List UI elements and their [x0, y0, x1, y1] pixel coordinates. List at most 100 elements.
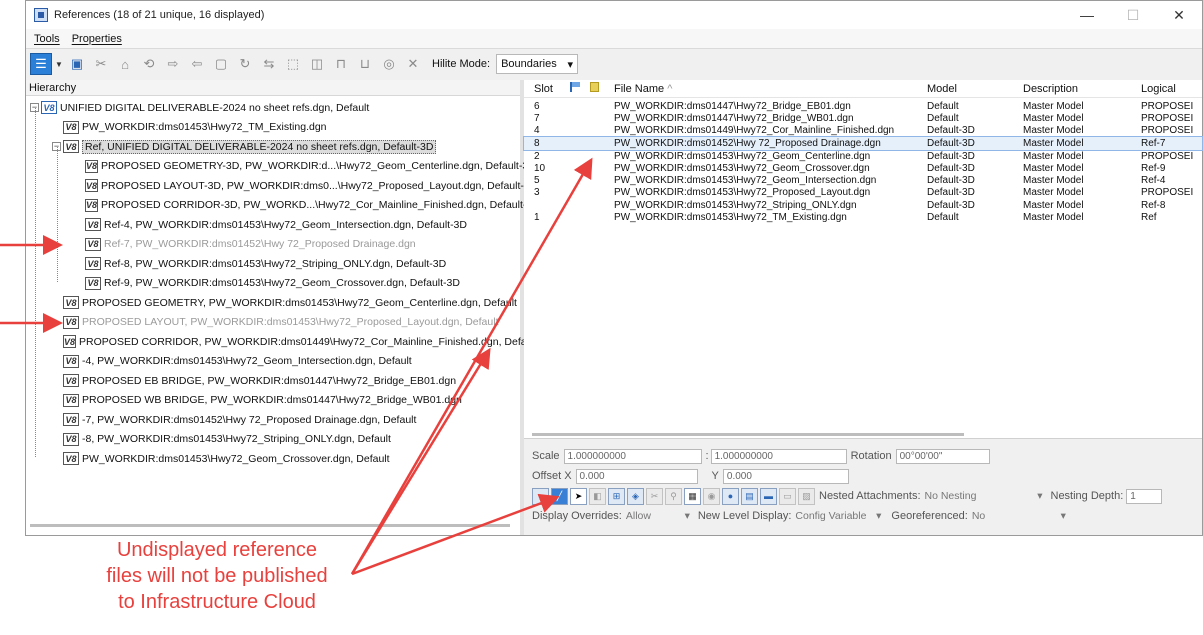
hilite-mode-value: Boundaries — [501, 58, 557, 70]
detach-reference-icon[interactable]: ✂ — [90, 53, 112, 75]
mirror-horizontal-icon[interactable]: ⇆ — [258, 53, 280, 75]
clip-front-icon[interactable]: ⊓ — [330, 53, 352, 75]
tree-item[interactable]: − V8 Ref, UNIFIED DIGITAL DELIVERABLE-2024… — [26, 137, 520, 157]
scale-reference-field[interactable]: 1.000000000 — [710, 448, 847, 464]
clip-delete-icon[interactable]: ◎ — [378, 53, 400, 75]
table-row[interactable]: 1 PW_WORKDIR:dms01453\Hwy72_TM_Existing.d… — [524, 211, 1202, 223]
list-horizontal-scrollbar[interactable] — [532, 433, 964, 436]
georeferenced-dropdown[interactable]: No ▾ — [972, 510, 1066, 522]
menu-tools[interactable]: Tools — [34, 33, 60, 45]
tree-item[interactable]: V8 PROPOSED EB BRIDGE, PW_WORKDIR:dms0144… — [26, 371, 520, 391]
table-row[interactable]: PW_WORKDIR:dms01453\Hwy72_Striping_ONLY.… — [524, 199, 1202, 211]
offset-x-field[interactable]: 0.000 — [575, 468, 698, 484]
tree-item[interactable]: V8 PW_WORKDIR:dms01453\Hwy72_TM_Existing.… — [26, 118, 520, 138]
minimize-button[interactable]: — — [1064, 1, 1110, 29]
tree-item[interactable]: V8 Ref-8, PW_WORKDIR:dms01453\Hwy72_Strip… — [26, 254, 520, 274]
column-slot[interactable]: Slot — [524, 83, 570, 95]
treat-as-element-icon[interactable]: ⚲ — [665, 487, 682, 505]
column-logical[interactable]: Logical — [1141, 83, 1201, 95]
table-row[interactable]: 4 PW_WORKDIR:dms01449\Hwy72_Cor_Mainline_… — [524, 125, 1202, 137]
move-icon[interactable]: ⇨ — [162, 53, 184, 75]
tree-item[interactable]: V8 PROPOSED CORRIDOR, PW_WORKDIR:dms01449… — [26, 332, 538, 352]
menu-properties[interactable]: Properties — [72, 33, 122, 45]
display-overrides-dropdown[interactable]: Allow ▾ — [626, 510, 690, 522]
tree-item[interactable]: V8 Ref-7, PW_WORKDIR:dms01452\Hwy 72_Prop… — [26, 235, 520, 255]
tree-item[interactable]: V8 PROPOSED GEOMETRY-3D, PW_WORKDIR:d...\… — [26, 157, 536, 177]
table-row[interactable]: 3 PW_WORKDIR:dms01453\Hwy72_Proposed_Layo… — [524, 187, 1202, 199]
cell-file-name: PW_WORKDIR:dms01453\Hwy72_TM_Existing.dg… — [614, 212, 847, 224]
scale-icon[interactable]: ▢ — [210, 53, 232, 75]
tree-item[interactable]: V8 PROPOSED GEOMETRY, PW_WORKDIR:dms01453… — [26, 293, 520, 313]
georeference-icon[interactable]: ◈ — [627, 487, 644, 505]
window-controls: — ☐ ✕ — [1064, 1, 1202, 29]
tree-item[interactable]: V8 Ref-9, PW_WORKDIR:dms01453\Hwy72_Geom_… — [26, 274, 520, 294]
tree-item[interactable]: V8 PROPOSED WB BRIDGE, PW_WORKDIR:dms0144… — [26, 391, 520, 411]
table-row[interactable]: 8 PW_WORKDIR:dms01452\Hwy 72_Proposed Dra… — [523, 135, 1203, 151]
clip-boundary-icon[interactable]: ⬚ — [282, 53, 304, 75]
link-icon[interactable]: ▭ — [779, 487, 796, 505]
table-row[interactable]: 7 PW_WORKDIR:dms01447\Hwy72_Bridge_WB01.d… — [524, 112, 1202, 124]
cell-model: Default-3D — [927, 137, 975, 149]
table-row[interactable]: 2 PW_WORKDIR:dms01453\Hwy72_Geom_Centerli… — [524, 150, 1202, 162]
tree-item[interactable]: V8 -7, PW_WORKDIR:dms01452\Hwy 72_Propose… — [26, 410, 520, 430]
tree-item[interactable]: V8 -4, PW_WORKDIR:dms01453\Hwy72_Geom_Int… — [26, 352, 520, 372]
tree-item[interactable]: V8 PW_WORKDIR:dms01453\Hwy72_Geom_Crossov… — [26, 449, 520, 469]
copy-icon[interactable]: ⇦ — [186, 53, 208, 75]
exchange-icon[interactable]: ✕ — [402, 53, 424, 75]
tree-item-label: PROPOSED GEOMETRY-3D, PW_WORKDIR:d...\Hw… — [101, 160, 536, 173]
offset-y-field[interactable]: 0.000 — [722, 468, 849, 484]
column-model[interactable]: Model — [927, 83, 1023, 95]
rotate-icon[interactable]: ↻ — [234, 53, 256, 75]
nesting-depth-field[interactable]: 1 — [1126, 488, 1163, 504]
scale-line-styles-icon[interactable]: ⊞ — [608, 487, 625, 505]
display-toggle-icon[interactable]: ▪ — [532, 487, 549, 505]
reload-icon[interactable]: ⟲ — [138, 53, 160, 75]
tree-item[interactable]: V8 -8, PW_WORKDIR:dms01453\Hwy72_Striping… — [26, 430, 520, 450]
clip-mask-icon[interactable]: ◫ — [306, 53, 328, 75]
level-display-icon[interactable]: ▦ — [684, 487, 701, 505]
tree-connector — [35, 108, 36, 457]
tree-item[interactable]: V8 PROPOSED LAYOUT, PW_WORKDIR:dms01453\H… — [26, 313, 520, 333]
hilite-mode-dropdown[interactable]: Boundaries ▾ — [496, 54, 579, 74]
column-description[interactable]: Description — [1023, 83, 1141, 95]
locate-toggle-icon[interactable]: ➤ — [570, 487, 587, 505]
close-button[interactable]: ✕ — [1156, 1, 1202, 29]
cell-model: Default-3D — [927, 162, 975, 174]
settings-panel: Scale 1.000000000 : 1.000000000 Rotation… — [524, 438, 1202, 535]
scale-master-field[interactable]: 1.000000000 — [563, 448, 702, 464]
layers-icon[interactable]: ▤ — [741, 487, 758, 505]
nested-attachments-dropdown[interactable]: No Nesting ▾ — [925, 490, 1043, 502]
new-level-display-dropdown[interactable]: Config Variable ▾ — [795, 510, 881, 522]
horizontal-scrollbar[interactable] — [30, 524, 510, 527]
tree-item[interactable]: V8 Ref-4, PW_WORKDIR:dms01453\Hwy72_Geom_… — [26, 215, 520, 235]
hierarchy-toggle-icon[interactable]: ☰ — [30, 53, 52, 75]
raster-icon[interactable]: ◉ — [703, 487, 720, 505]
attach-reference-icon[interactable]: ▣ — [66, 53, 88, 75]
chevron-down-icon[interactable]: ▼ — [54, 53, 64, 75]
ignore-attachment-icon[interactable]: ✂ — [646, 487, 663, 505]
lock-icon[interactable]: ⌂ — [114, 53, 136, 75]
maximize-button[interactable]: ☐ — [1110, 1, 1156, 29]
table-row[interactable]: 5 PW_WORKDIR:dms01453\Hwy72_Geom_Intersec… — [524, 174, 1202, 186]
tree-item[interactable]: V8 PROPOSED CORRIDOR-3D, PW_WORKD...\Hwy7… — [26, 196, 540, 216]
table-row[interactable]: 6 PW_WORKDIR:dms01447\Hwy72_Bridge_EB01.d… — [524, 100, 1202, 112]
cell-logical: Ref-4 — [1141, 175, 1166, 187]
lights-icon[interactable]: ● — [722, 487, 739, 505]
true-scale-icon[interactable]: ◧ — [589, 487, 606, 505]
column-flag[interactable] — [570, 82, 590, 95]
table-row[interactable]: 10 PW_WORKDIR:dms01453\Hwy72_Geom_Crossov… — [524, 162, 1202, 174]
rotation-field[interactable]: 00°00'00" — [895, 448, 990, 464]
scale-separator: : — [705, 450, 709, 462]
annotation-note: Undisplayed reference files will not be … — [72, 537, 362, 615]
clip-back-icon[interactable]: ⊔ — [354, 53, 376, 75]
color-adjust-icon[interactable]: ▬ — [760, 487, 777, 505]
snap-toggle-icon[interactable]: ╱ — [551, 487, 568, 505]
column-presentation[interactable] — [590, 82, 614, 95]
tree-item[interactable]: V8 PROPOSED LAYOUT-3D, PW_WORKDIR:dms0...… — [26, 176, 537, 196]
cell-description: Master Model — [1023, 187, 1084, 199]
hierarchy-tree: − V8 UNIFIED DIGITAL DELIVERABLE-2024 no s… — [26, 96, 540, 469]
cell-model: Default — [927, 212, 959, 224]
tree-item[interactable]: − V8 UNIFIED DIGITAL DELIVERABLE-2024 no s… — [26, 98, 520, 118]
clip-volume-icon[interactable]: ▨ — [798, 487, 815, 505]
column-file-name[interactable]: File Name ^ — [614, 83, 927, 95]
